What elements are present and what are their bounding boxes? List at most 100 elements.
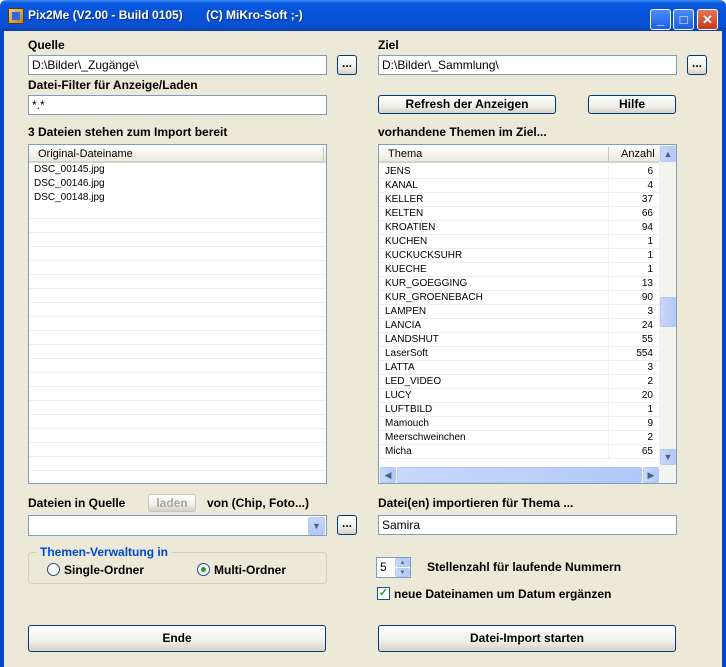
- spin-up-icon[interactable]: ▲: [395, 558, 410, 567]
- theme-count: 90: [641, 292, 653, 303]
- empty-row: [29, 289, 326, 303]
- end-button[interactable]: Ende: [28, 625, 326, 652]
- empty-row: [29, 429, 326, 443]
- column-gridline: [608, 165, 609, 179]
- themes-vscrollbar[interactable]: ▲ ▼: [659, 145, 676, 467]
- spin-down-icon[interactable]: ▼: [395, 568, 410, 577]
- theme-count: 20: [641, 390, 653, 401]
- theme-row[interactable]: KROATIEN 94: [379, 221, 660, 235]
- column-gridline: [608, 249, 609, 263]
- theme-row[interactable]: KUR_GROENEBACH 90: [379, 291, 660, 305]
- filter-input[interactable]: *.*: [28, 95, 327, 115]
- theme-row[interactable]: Mamouch 9: [379, 417, 660, 431]
- column-count[interactable]: Anzahl: [621, 146, 655, 162]
- theme-row[interactable]: KUECHE 1: [379, 263, 660, 277]
- multi-folder-label[interactable]: Multi-Ordner: [214, 563, 286, 577]
- theme-count: 24: [641, 320, 653, 331]
- theme-name: Mamouch: [385, 418, 429, 429]
- scroll-down-button[interactable]: ▼: [660, 449, 676, 465]
- theme-row[interactable]: Meerschweinchen 2: [379, 431, 660, 445]
- themes-list-header[interactable]: Thema Anzahl: [379, 145, 660, 163]
- theme-count: 1: [647, 250, 653, 261]
- theme-count: 2: [647, 432, 653, 443]
- empty-row: [29, 303, 326, 317]
- multi-folder-radio[interactable]: [197, 563, 210, 576]
- theme-row[interactable]: LED_VIDEO 2: [379, 375, 660, 389]
- theme-row[interactable]: KELLER 37: [379, 193, 660, 207]
- single-folder-label[interactable]: Single-Ordner: [64, 563, 144, 577]
- help-button[interactable]: Hilfe: [588, 95, 676, 114]
- theme-name: LANCIA: [385, 320, 422, 331]
- column-gridline: [608, 431, 609, 445]
- date-checkbox[interactable]: ✓: [377, 587, 390, 600]
- theme-row[interactable]: KUCHEN 1: [379, 235, 660, 249]
- scroll-left-button[interactable]: ◀: [380, 467, 396, 483]
- source-browse-button[interactable]: ...: [337, 55, 357, 75]
- single-folder-radio[interactable]: [47, 563, 60, 576]
- digits-label: Stellenzahl für laufende Nummern: [427, 560, 622, 574]
- theme-row[interactable]: KELTEN 66: [379, 207, 660, 221]
- scroll-right-button[interactable]: ▶: [643, 467, 659, 483]
- maximize-button[interactable]: □: [673, 9, 694, 30]
- theme-name: KUECHE: [385, 264, 427, 275]
- theme-row[interactable]: LATTA 3: [379, 361, 660, 375]
- theme-row[interactable]: LANDSHUT 55: [379, 333, 660, 347]
- empty-row: [29, 359, 326, 373]
- theme-name: KELTEN: [385, 208, 424, 219]
- themes-hscrollbar[interactable]: ◀ ▶: [379, 467, 676, 483]
- app-icon[interactable]: [8, 8, 24, 24]
- column-gridline: [608, 375, 609, 389]
- hscroll-thumb[interactable]: [397, 467, 642, 483]
- minimize-button[interactable]: _: [650, 9, 671, 30]
- source-files-browse-button[interactable]: ...: [337, 515, 357, 535]
- empty-row: [29, 401, 326, 415]
- file-row[interactable]: DSC_00148.jpg: [29, 191, 326, 205]
- target-path-input[interactable]: D:\Bilder\_Sammlung\: [378, 55, 677, 75]
- column-divider: [608, 147, 609, 161]
- files-list-header[interactable]: Original-Dateiname: [29, 145, 326, 163]
- themes-list[interactable]: Thema Anzahl JENS 6 KANAL 4 KELLER 37 KELTEN 66…: [378, 144, 677, 484]
- theme-count: 13: [641, 278, 653, 289]
- theme-name: LaserSoft: [385, 348, 428, 359]
- spinner-buttons[interactable]: ▲ ▼: [395, 558, 410, 577]
- column-gridline: [608, 179, 609, 193]
- column-original-filename[interactable]: Original-Dateiname: [38, 146, 133, 162]
- source-device-select[interactable]: [28, 515, 327, 536]
- close-button[interactable]: ✕: [697, 9, 718, 30]
- theme-name: KELLER: [385, 194, 424, 205]
- source-label: Quelle: [28, 38, 65, 52]
- column-gridline: [608, 319, 609, 333]
- theme-count: 554: [636, 348, 653, 359]
- column-gridline: [608, 207, 609, 221]
- theme-row[interactable]: KANAL 4: [379, 179, 660, 193]
- theme-row[interactable]: Micha 65: [379, 445, 660, 459]
- files-rows: DSC_00145.jpg DSC_00146.jpg DSC_00148.jpg: [29, 163, 326, 483]
- scroll-up-button[interactable]: ▲: [660, 146, 676, 162]
- theme-row[interactable]: JENS 6: [379, 165, 660, 179]
- column-theme[interactable]: Thema: [388, 146, 422, 162]
- import-theme-input[interactable]: Samira: [378, 515, 677, 535]
- theme-row[interactable]: KUR_GOEGGING 13: [379, 277, 660, 291]
- empty-row: [29, 387, 326, 401]
- source-path-input[interactable]: D:\Bilder\_Zugänge\: [28, 55, 327, 75]
- file-row[interactable]: DSC_00145.jpg: [29, 163, 326, 177]
- target-browse-button[interactable]: ...: [687, 55, 707, 75]
- theme-count: 55: [641, 334, 653, 345]
- empty-row: [29, 205, 326, 219]
- column-gridline: [608, 235, 609, 249]
- theme-row[interactable]: LUCY 20: [379, 389, 660, 403]
- theme-row[interactable]: LANCIA 24: [379, 319, 660, 333]
- refresh-button[interactable]: Refresh der Anzeigen: [378, 95, 556, 114]
- theme-row[interactable]: LAMPEN 3: [379, 305, 660, 319]
- load-button[interactable]: laden: [148, 494, 196, 512]
- files-count-label: 3 Dateien stehen zum Import bereit: [28, 125, 228, 139]
- date-option-label[interactable]: neue Dateinamen um Datum ergänzen: [394, 587, 611, 601]
- dropdown-arrow-icon[interactable]: ▼: [308, 517, 325, 535]
- start-import-button[interactable]: Datei-Import starten: [378, 625, 676, 652]
- theme-row[interactable]: KUCKUCKSUHR 1: [379, 249, 660, 263]
- theme-row[interactable]: LaserSoft 554: [379, 347, 660, 361]
- vscroll-thumb[interactable]: [660, 297, 676, 327]
- files-list[interactable]: Original-Dateiname DSC_00145.jpg DSC_0014…: [28, 144, 327, 484]
- file-row[interactable]: DSC_00146.jpg: [29, 177, 326, 191]
- theme-row[interactable]: LUFTBILD 1: [379, 403, 660, 417]
